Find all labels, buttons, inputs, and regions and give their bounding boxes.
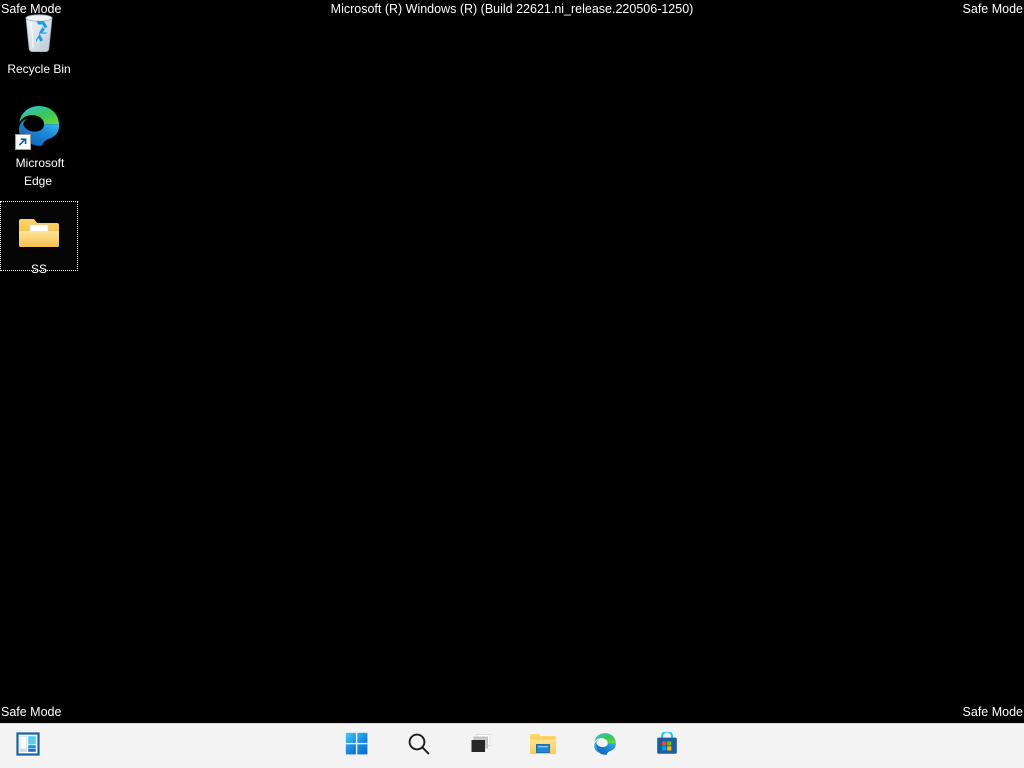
taskbar-button-group bbox=[0, 724, 1024, 768]
folder-icon bbox=[530, 732, 556, 761]
edge-icon bbox=[592, 731, 618, 762]
desktop-icon-label: Microsoft Edge bbox=[14, 156, 65, 188]
desktop-icon-recycle-bin[interactable]: Recycle Bin bbox=[1, 2, 77, 82]
recycle-bin-icon bbox=[15, 8, 63, 56]
safe-mode-watermark-top-right: Safe Mode bbox=[963, 2, 1023, 16]
folder-icon bbox=[15, 208, 63, 256]
taskbar-button-microsoft-edge[interactable] bbox=[585, 726, 625, 766]
desktop-icon-microsoft-edge[interactable]: Microsoft Edge bbox=[1, 96, 77, 194]
store-icon bbox=[655, 732, 679, 761]
windows-logo-icon bbox=[345, 732, 369, 761]
desktop-icon-ss-folder[interactable]: SS bbox=[1, 202, 77, 270]
taskbar-button-start[interactable] bbox=[337, 726, 377, 766]
taskbar-button-file-explorer[interactable] bbox=[523, 726, 563, 766]
taskbar-button-microsoft-store[interactable] bbox=[647, 726, 687, 766]
desktop[interactable]: Safe Mode Microsoft (R) Windows (R) (Bui… bbox=[0, 0, 1024, 768]
taskbar[interactable] bbox=[0, 723, 1024, 768]
safe-mode-watermark-bottom-left: Safe Mode bbox=[1, 705, 61, 719]
edge-icon bbox=[15, 102, 63, 150]
desktop-icon-label: Recycle Bin bbox=[5, 62, 72, 76]
task-view-icon bbox=[469, 732, 493, 761]
taskbar-button-search[interactable] bbox=[399, 726, 439, 766]
search-icon bbox=[406, 731, 432, 762]
taskbar-button-task-view[interactable] bbox=[461, 726, 501, 766]
os-build-watermark: Microsoft (R) Windows (R) (Build 22621.n… bbox=[0, 2, 1024, 16]
desktop-icon-label: SS bbox=[29, 262, 49, 276]
shortcut-overlay-icon bbox=[15, 134, 31, 150]
safe-mode-watermark-bottom-right: Safe Mode bbox=[963, 705, 1023, 719]
